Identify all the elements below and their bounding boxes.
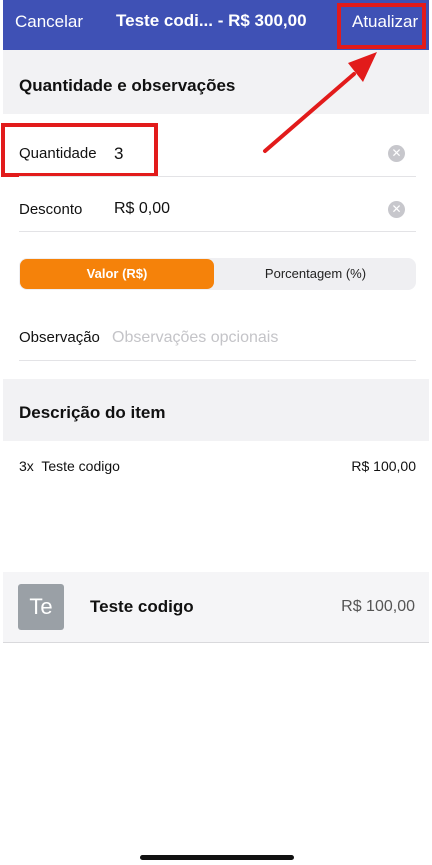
product-thumbnail: Te (18, 584, 64, 630)
segment-value-currency[interactable]: Valor (R$) (20, 259, 214, 289)
clear-discount-icon[interactable]: ✕ (388, 201, 405, 218)
item-summary-price: R$ 100,00 (351, 458, 416, 474)
discount-input[interactable]: R$ 0,00 (114, 200, 170, 218)
discount-label: Desconto (19, 201, 83, 218)
divider (19, 360, 416, 361)
page-title: Teste codi... - R$ 300,00 (116, 11, 307, 30)
divider (19, 231, 416, 232)
segment-percentage[interactable]: Porcentagem (%) (217, 259, 414, 289)
observation-label: Observação (19, 329, 100, 346)
divider (19, 176, 416, 177)
navigation-bar: Cancelar Teste codi... - R$ 300,00 Atual… (3, 0, 429, 50)
home-indicator (140, 855, 294, 860)
observation-input[interactable] (112, 326, 402, 350)
cancel-button[interactable]: Cancelar (15, 12, 83, 32)
product-name: Teste codigo (90, 597, 194, 616)
product-price: R$ 100,00 (341, 598, 415, 615)
quantity-label: Quantidade (19, 145, 97, 162)
clear-quantity-icon[interactable]: ✕ (388, 145, 405, 162)
product-card[interactable]: Te Teste codigo R$ 100,00 (3, 572, 429, 643)
item-summary-name: 3x Teste codigo (19, 458, 120, 474)
section-header-item-description: Descrição do item (3, 379, 429, 441)
discount-mode-segmented-control: Valor (R$) Porcentagem (%) (19, 258, 416, 290)
update-button[interactable]: Atualizar (352, 12, 418, 32)
quantity-input[interactable]: 3 (114, 144, 123, 164)
section-header-quantity: Quantidade e observações (3, 50, 429, 114)
